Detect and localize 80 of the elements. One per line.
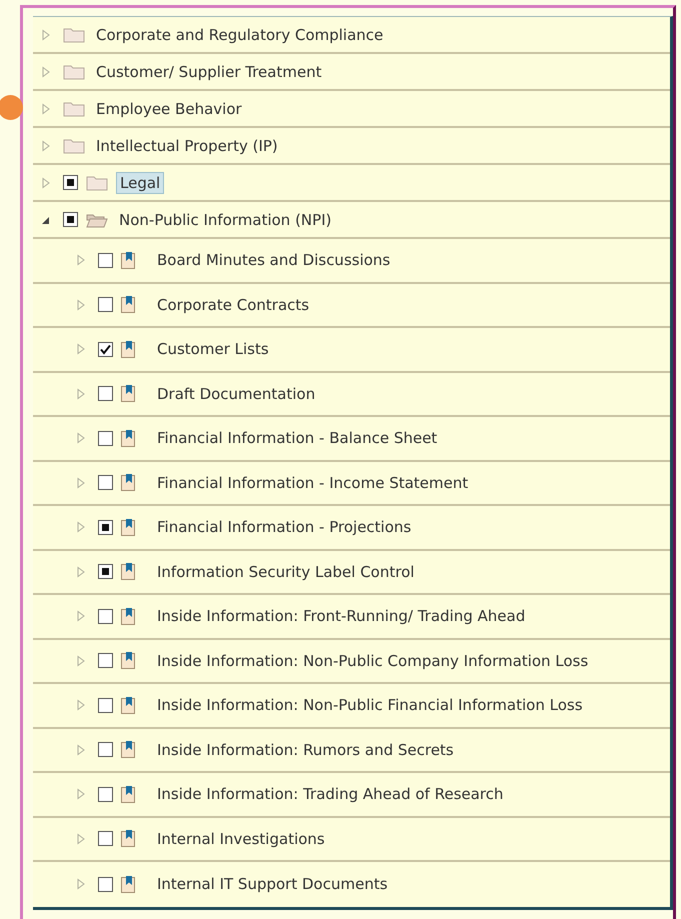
checkbox[interactable] [98,831,113,846]
expand-arrow-icon[interactable] [41,140,51,152]
tree-item-label[interactable]: Inside Information: Rumors and Secrets [154,740,457,760]
expand-arrow-icon[interactable] [76,476,86,489]
folder-icon [63,138,85,154]
expand-arrow-icon[interactable] [41,102,51,114]
checkbox[interactable] [98,564,113,580]
tree-item-label[interactable]: Information Security Label Control [154,562,418,582]
checkbox[interactable] [98,653,113,668]
folder-icon [63,26,85,42]
bookmark-document-icon [121,518,136,536]
bookmark-document-icon [121,474,136,492]
folder-icon [63,100,85,116]
tree-item-label[interactable]: Corporate and Regulatory Compliance [93,24,386,44]
expand-arrow-icon[interactable] [76,566,86,578]
bookmark-document-icon [121,340,136,358]
tree-item-label[interactable]: Internal Investigations [154,828,328,849]
tree-item-label[interactable]: Financial Information - Income Statement [154,472,472,493]
tree-item-label[interactable]: Intellectual Property (IP) [93,136,281,156]
bookmark-document-icon [121,652,136,670]
tree-item-label[interactable]: Draft Documentation [154,384,318,404]
bookmark-document-icon [121,876,136,893]
expand-arrow-icon[interactable] [76,521,86,534]
tree-item-label[interactable]: Inside Information: Front-Running/ Trading Ahead [154,606,528,626]
checkbox[interactable] [98,297,113,312]
checkbox[interactable] [98,742,113,758]
expand-arrow-icon[interactable] [76,699,86,712]
checkbox[interactable] [98,252,113,268]
checkbox[interactable] [98,430,113,446]
callout-dot [0,95,23,120]
expand-arrow-icon[interactable] [76,788,86,800]
folder-icon [63,64,85,80]
tree-item-label[interactable]: Inside Information: Trading Ahead of Research [154,784,506,804]
open-folder-icon [86,212,108,228]
tree-item-label[interactable]: Legal [116,172,164,194]
checkbox[interactable] [98,475,113,490]
tree-item-label[interactable]: Internal IT Support Documents [154,874,391,894]
bookmark-document-icon [121,741,136,758]
tree-item-label[interactable]: Customer/ Supplier Treatment [93,62,325,82]
checkbox[interactable] [98,342,113,357]
checkbox[interactable] [63,175,78,190]
tree-item-label[interactable]: Employee Behavior [93,98,245,118]
expand-arrow-icon[interactable] [76,878,86,890]
checkbox[interactable] [98,876,113,892]
checkbox[interactable] [98,386,113,402]
expand-arrow-icon[interactable] [41,66,51,78]
checkbox[interactable] [98,608,113,624]
expand-arrow-icon[interactable] [76,388,86,400]
expand-arrow-icon[interactable] [76,254,86,266]
tree-item-label[interactable]: Financial Information - Projections [154,517,414,538]
tree-item-label[interactable]: Customer Lists [154,339,272,360]
bookmark-document-icon [121,563,136,580]
bookmark-document-icon [121,430,136,447]
bookmark-document-icon [121,252,136,269]
bookmark-document-icon [121,830,136,848]
expand-arrow-icon[interactable] [76,432,86,444]
expand-arrow-icon[interactable] [76,610,86,622]
expand-arrow-icon[interactable] [76,744,86,756]
tree-item-label[interactable]: Inside Information: Non-Public Company Information Loss [154,650,592,671]
expand-arrow-icon[interactable] [76,298,86,311]
checkbox[interactable] [98,786,113,802]
expand-arrow-icon[interactable] [41,176,51,188]
tree-item-label[interactable]: Non-Public Information (NPI) [116,210,334,230]
expand-arrow-icon[interactable] [76,832,86,845]
checkbox[interactable] [63,212,78,227]
expand-arrow-icon[interactable] [76,654,86,667]
expand-arrow-icon[interactable] [76,343,86,356]
checkbox[interactable] [98,698,113,713]
bookmark-document-icon [121,696,136,714]
folder-icon [86,174,108,190]
tree-item-label[interactable]: Corporate Contracts [154,294,312,315]
tree-item-label[interactable]: Financial Information - Balance Sheet [154,428,440,448]
tree-item-label[interactable]: Board Minutes and Discussions [154,250,394,270]
bookmark-document-icon [121,296,136,314]
checkbox[interactable] [98,520,113,535]
bookmark-document-icon [121,385,136,402]
tree-item-label[interactable]: Inside Information: Non-Public Financial Information Loss [154,695,586,716]
bookmark-document-icon [121,786,136,803]
bookmark-document-icon [121,608,136,625]
expand-arrow-icon[interactable] [41,28,51,40]
